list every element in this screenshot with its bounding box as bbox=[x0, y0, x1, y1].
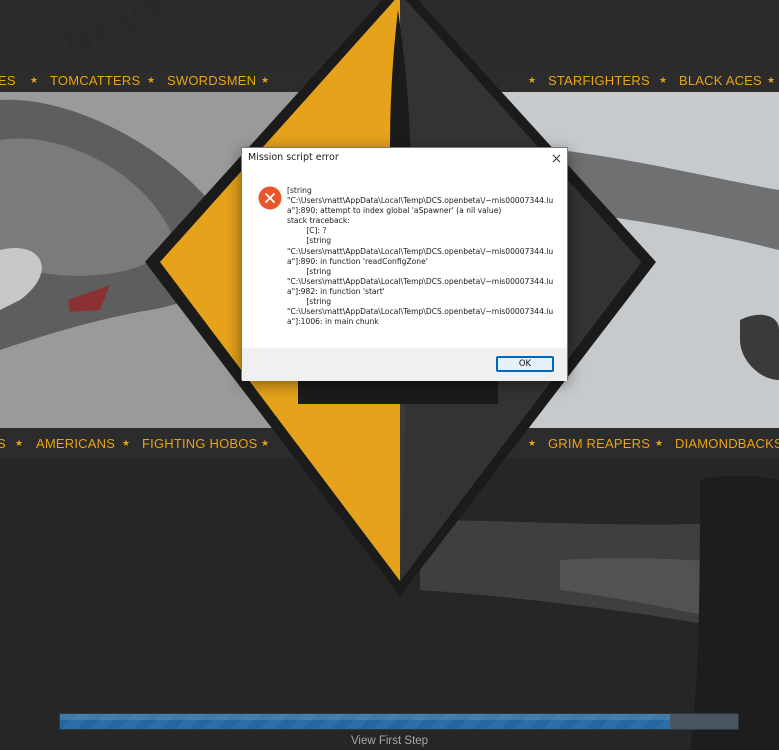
star-icon: ★ bbox=[122, 438, 131, 448]
star-icon: ★ bbox=[15, 438, 24, 448]
star-icon: ★ bbox=[655, 438, 664, 448]
banner-squadron: STARFIGHTERS bbox=[548, 73, 650, 88]
dialog-footer: OK bbox=[242, 348, 567, 381]
star-icon: ★ bbox=[261, 75, 270, 85]
close-icon bbox=[552, 154, 560, 162]
error-message: [string "C:\Users\matt\AppData\Local\Tem… bbox=[287, 186, 554, 327]
banner-squadron: TOMCATTERS bbox=[50, 73, 141, 88]
mission-script-error-dialog: Mission script error [string "C:\Users\m… bbox=[241, 147, 568, 381]
progress-fill bbox=[60, 714, 671, 729]
dialog-titlebar[interactable]: Mission script error bbox=[242, 148, 567, 168]
star-icon: ★ bbox=[528, 438, 537, 448]
banner-squadron: GRIM REAPERS bbox=[548, 436, 651, 451]
banner-squadron: FIGHTING HOBOS bbox=[142, 436, 258, 451]
banner-squadron: BLACK ACES bbox=[679, 73, 762, 88]
error-icon bbox=[258, 186, 282, 210]
star-icon: ★ bbox=[528, 75, 537, 85]
banner-squadron: SWORDSMEN bbox=[167, 73, 257, 88]
close-button[interactable] bbox=[545, 148, 567, 168]
loading-progress-bar bbox=[59, 713, 739, 730]
star-icon: ★ bbox=[261, 438, 270, 448]
star-icon: ★ bbox=[30, 75, 39, 85]
banner-squadron: DIAMONDBACKS bbox=[675, 436, 779, 451]
star-icon: ★ bbox=[147, 75, 156, 85]
banner-squadron: AMERICANS bbox=[36, 436, 116, 451]
banner-squadron: ES bbox=[0, 73, 16, 88]
star-icon: ★ bbox=[767, 75, 776, 85]
dialog-title: Mission script error bbox=[248, 152, 339, 163]
star-icon: ★ bbox=[659, 75, 668, 85]
banner-squadron: S bbox=[0, 436, 6, 451]
loading-status: View First Step bbox=[350, 735, 429, 747]
dialog-body: [string "C:\Users\matt\AppData\Local\Tem… bbox=[242, 168, 567, 348]
ok-button[interactable]: OK bbox=[496, 356, 554, 372]
